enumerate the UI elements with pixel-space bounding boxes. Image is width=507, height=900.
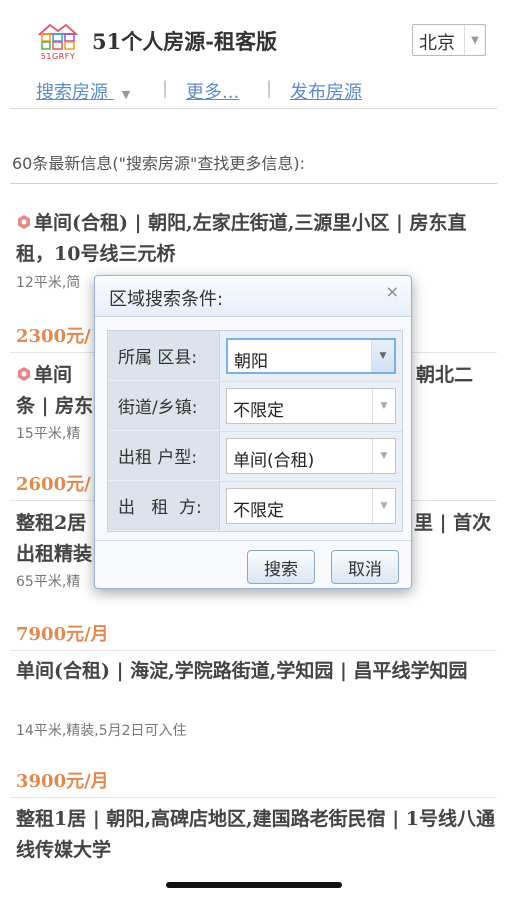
divider: [10, 650, 497, 651]
app-logo: 51GRFY: [36, 20, 80, 64]
chevron-down-icon: ▼: [372, 489, 395, 523]
listing-title-text: 单间(合租) | 朝阳,左家庄街道,三源里小区 | 房东直租，10号线三元桥: [16, 212, 467, 265]
cancel-button[interactable]: 取消: [331, 550, 399, 584]
nav-more[interactable]: 更多...: [186, 78, 239, 104]
home-indicator[interactable]: [166, 882, 342, 888]
district-value: 朝阳: [234, 352, 268, 372]
listing-price: 7900元/月: [16, 624, 109, 645]
listing-price: 2600元/: [16, 474, 91, 495]
district-select[interactable]: 朝阳 ▼: [226, 338, 396, 374]
dialog-footer: 搜索 取消: [95, 540, 411, 589]
room-type-select[interactable]: 单间(合租) ▼: [226, 438, 396, 474]
landlord-select[interactable]: 不限定 ▼: [226, 488, 396, 524]
listing-title-text: 单间: [34, 364, 73, 386]
area-search-dialog: 区域搜索条件: × 所属 区县: 朝阳 ▼ 街道/乡镇: 不限定 ▼ 出租 户型…: [94, 275, 412, 589]
dialog-title: 区域搜索条件:: [109, 289, 224, 310]
logo-text: 51GRFY: [40, 52, 76, 61]
house-logo-icon: [38, 23, 78, 50]
chevron-down-icon: ▼: [371, 340, 394, 372]
listing-title-fragment: 朝北二: [416, 364, 474, 386]
divider: [10, 797, 497, 798]
nav-search-label: 搜索房源: [36, 82, 108, 103]
city-value: 北京: [419, 33, 455, 54]
nav-bar: 搜索房源 ▼ | 更多... | 发布房源: [10, 72, 497, 109]
landlord-label: 出 租 方:: [108, 481, 220, 530]
search-button[interactable]: 搜索: [247, 550, 315, 584]
listing-price: 2300元/: [16, 326, 91, 347]
listing-meta: 15平米,精: [16, 426, 81, 442]
divider: [10, 183, 497, 184]
nav-separator: |: [162, 78, 169, 99]
close-icon[interactable]: ×: [386, 282, 399, 301]
listing-price: 3900元/月: [16, 771, 109, 792]
listing-title[interactable]: 整租1居 | 朝阳,高碑店地区,建国路老街民宿 | 1号线八通线传媒大学: [16, 804, 496, 866]
hexagon-badge-icon: [18, 367, 30, 381]
street-value: 不限定: [233, 401, 284, 421]
city-select[interactable]: 北京 ▼: [412, 24, 486, 56]
listing-meta: 14平米,精装,5月2日可入住: [16, 723, 187, 739]
district-label: 所属 区县:: [108, 331, 220, 380]
chevron-down-icon: ▼: [372, 389, 395, 423]
form-row-landlord: 出 租 方: 不限定 ▼: [108, 481, 402, 531]
street-select[interactable]: 不限定 ▼: [226, 388, 396, 424]
form-row-room-type: 出租 户型: 单间(合租) ▼: [108, 431, 402, 482]
nav-post-listing[interactable]: 发布房源: [290, 78, 362, 104]
nav-separator: |: [266, 78, 273, 99]
app-header: 51GRFY 51个人房源-租客版 北京 ▼ 搜索房源 ▼ | 更多... | …: [0, 0, 507, 110]
listing-title[interactable]: 单间(合租) | 朝阳,左家庄街道,三源里小区 | 房东直租，10号线三元桥: [16, 208, 496, 270]
listing-title-fragment: 里 | 首次: [414, 512, 492, 534]
listing-summary: 60条最新信息("搜索房源"查找更多信息):: [12, 154, 305, 173]
landlord-value: 不限定: [233, 501, 284, 521]
app-title: 51个人房源-租客版: [92, 29, 277, 54]
listing-meta: 65平米,精: [16, 574, 81, 590]
room-type-value: 单间(合租): [233, 451, 315, 471]
hexagon-badge-icon: [18, 215, 30, 229]
listing-meta: 12平米,简: [16, 275, 81, 291]
chevron-down-icon: ▼: [372, 439, 395, 473]
listing-title[interactable]: 单间(合租) | 海淀,学院路街道,学知园 | 昌平线学知园: [16, 656, 496, 687]
search-form: 所属 区县: 朝阳 ▼ 街道/乡镇: 不限定 ▼ 出租 户型: 单间(合租) ▼…: [107, 330, 403, 532]
dialog-header: 区域搜索条件: ×: [95, 276, 411, 317]
nav-search-listings[interactable]: 搜索房源 ▼: [36, 78, 130, 104]
caret-down-icon: ▼: [121, 88, 131, 101]
form-row-district: 所属 区县: 朝阳 ▼: [108, 331, 402, 382]
street-label: 街道/乡镇:: [108, 381, 220, 430]
room-type-label: 出租 户型:: [108, 431, 220, 480]
chevron-down-icon: ▼: [464, 25, 485, 55]
form-row-street: 街道/乡镇: 不限定 ▼: [108, 381, 402, 432]
